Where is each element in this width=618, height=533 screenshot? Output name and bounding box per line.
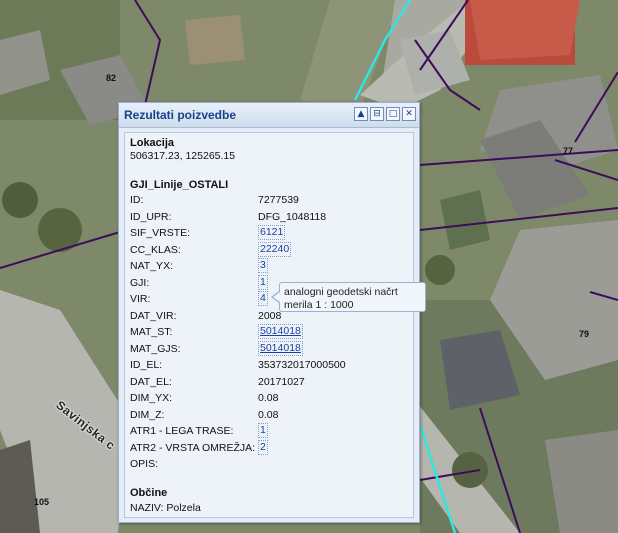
attribute-row: DIM_Z: 0.08 — [130, 407, 413, 424]
attribute-label: ID_EL: — [130, 359, 163, 371]
attribute-list: ID: 7277539 ID_UPR: DFG_1048118 SIF_VRSTE: 61… — [130, 192, 413, 473]
attribute-label: ID: — [130, 194, 144, 206]
attribute-label: DIM_YX: — [130, 392, 173, 404]
popup-header[interactable]: Rezultati poizvedbe ▲ ⊟ □ ✕ — [119, 103, 419, 128]
attribute-label: ATR1 - LEGA TRASE: — [130, 425, 234, 437]
move-up-icon[interactable]: ▲ — [354, 107, 368, 121]
value-tooltip: analogni geodetski načrt merila 1 : 1000 — [279, 282, 426, 312]
attribute-label: OPIS: — [130, 458, 159, 470]
attribute-value: 353732017000500 — [258, 359, 346, 371]
attribute-row: ATR1 - LEGA TRASE: 1 — [130, 423, 413, 440]
location-section-title: Lokacija — [130, 137, 175, 149]
attribute-row: CC_KLAS: 22240 — [130, 241, 413, 259]
parcel-number-label: 82 — [106, 73, 117, 83]
location-coordinates: 506317.23, 125265.15 — [130, 150, 236, 162]
attribute-value: DFG_1048118 — [258, 210, 327, 223]
layer-section-title: GJI_Linije_OSTALI — [130, 179, 229, 191]
attribute-label: CC_KLAS: — [130, 243, 181, 256]
tooltip-line: analogni geodetski načrt — [284, 286, 398, 298]
attribute-code-link[interactable]: 4 — [258, 291, 268, 306]
attribute-code-link[interactable]: 22240 — [258, 241, 292, 257]
attribute-label: GJI: — [130, 276, 150, 289]
query-results-popup: Rezultati poizvedbe ▲ ⊟ □ ✕ Lokacija 506… — [118, 102, 420, 523]
maximize-icon[interactable]: □ — [386, 107, 400, 121]
popup-header-buttons: ▲ ⊟ □ ✕ — [354, 107, 416, 121]
attribute-code-link[interactable]: 3 — [258, 258, 268, 273]
close-icon[interactable]: ✕ — [402, 107, 416, 121]
attribute-row: ID: 7277539 — [130, 192, 413, 209]
municipality-section-title: Občine — [130, 486, 168, 499]
municipality-name: NAZIV: Polzela — [130, 501, 201, 514]
attribute-label: SIF_VRSTE: — [130, 227, 191, 239]
attribute-label: ID_UPR: — [130, 210, 172, 223]
attribute-row: OPIS: — [130, 456, 413, 473]
attribute-row: ATR2 - VRSTA OMREŽJA: 2 — [130, 439, 413, 457]
parcel-number-label: 105 — [34, 497, 50, 507]
attribute-value: 2008 — [258, 309, 282, 322]
attribute-value: 0.08 — [258, 392, 279, 404]
parcel-number-label: 77 — [563, 146, 574, 156]
attribute-value: 20171027 — [258, 375, 305, 388]
tooltip-line: merila 1 : 1000 — [284, 298, 354, 311]
attribute-value: 7277539 — [258, 194, 299, 206]
attribute-row: DIM_YX: 0.08 — [130, 390, 413, 407]
attribute-row: NAT_YX: 3 — [130, 258, 413, 275]
attribute-row: DAT_EL: 20171027 — [130, 374, 413, 391]
attribute-row: MAT_GJS: 5014018 — [130, 340, 413, 358]
attribute-row: ID_EL: 353732017000500 — [130, 357, 413, 374]
popup-content[interactable]: Lokacija 506317.23, 125265.15 GJI_Linije… — [124, 132, 414, 518]
attribute-code-link[interactable]: 6121 — [258, 225, 286, 240]
attribute-row: ID_UPR: DFG_1048118 — [130, 209, 413, 226]
attribute-label: VIR: — [130, 293, 151, 305]
attribute-label: MAT_GJS: — [130, 342, 181, 355]
attribute-label: DIM_Z: — [130, 408, 165, 421]
attribute-label: DAT_VIR: — [130, 309, 177, 322]
attribute-label: NAT_YX: — [130, 260, 173, 272]
attribute-value: 0.08 — [258, 408, 279, 421]
attribute-code-link[interactable]: 1 — [258, 274, 268, 290]
pin-icon[interactable]: ⊟ — [370, 107, 384, 121]
attribute-label: ATR2 - VRSTA OMREŽJA: — [130, 441, 256, 454]
attribute-label: MAT_ST: — [130, 326, 173, 338]
attribute-row: MAT_ST: 5014018 — [130, 324, 413, 341]
tooltip-arrow-inner — [273, 292, 280, 302]
attribute-label: DAT_EL: — [130, 375, 172, 388]
parcel-number-label: 79 — [579, 329, 590, 339]
popup-title: Rezultati poizvedbe — [124, 108, 237, 122]
attribute-code-link[interactable]: 1 — [258, 423, 268, 438]
attribute-code-link[interactable]: 2 — [258, 439, 268, 455]
attribute-hyperlink[interactable]: 5014018 — [258, 340, 303, 356]
attribute-row: SIF_VRSTE: 6121 — [130, 225, 413, 242]
attribute-hyperlink[interactable]: 5014018 — [258, 324, 303, 339]
